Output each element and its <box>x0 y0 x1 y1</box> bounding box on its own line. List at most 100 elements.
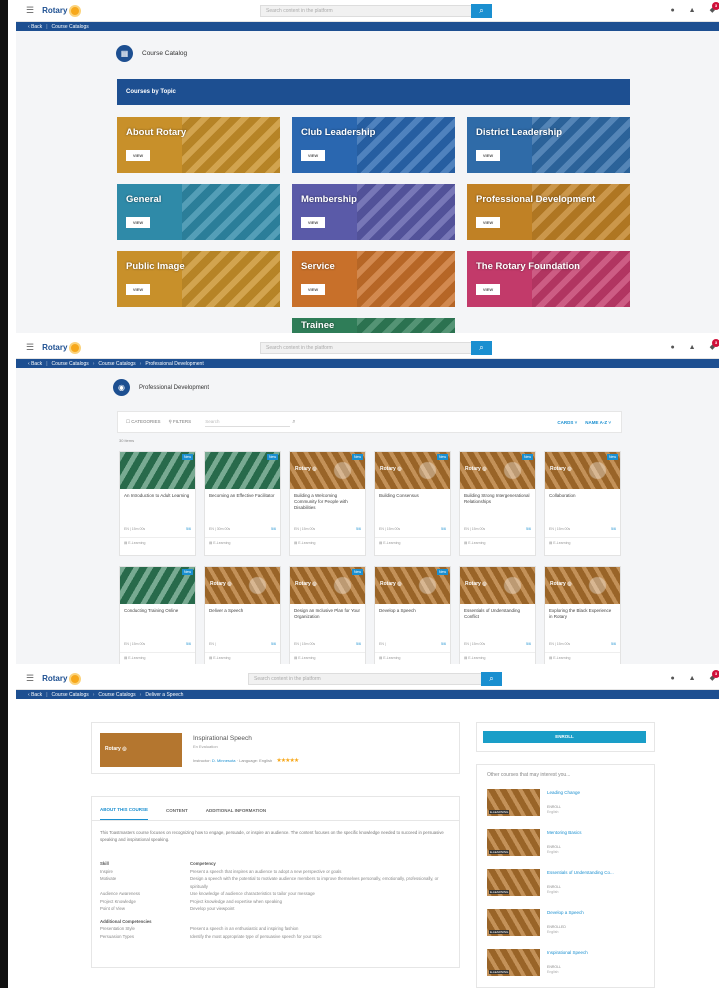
breadcrumb-catalog[interactable]: Course Catalogs <box>98 692 135 698</box>
other-course-item[interactable]: E-LEARNING Mentoring Basics ENROLL English <box>487 829 647 859</box>
enroll-button[interactable]: ENROLL <box>483 731 646 743</box>
view-button[interactable]: VIEW <box>476 284 500 295</box>
search-icon[interactable]: ⌕ <box>292 419 295 426</box>
view-button[interactable]: VIEW <box>126 150 150 161</box>
menu-icon[interactable]: ☰ <box>26 673 34 684</box>
search-icon: ⌕ <box>479 343 484 352</box>
topic-tile[interactable]: District Leadership VIEW <box>467 117 630 173</box>
categories-button[interactable]: ☐ CATEGORIES <box>126 419 160 425</box>
help-icon[interactable]: ● <box>670 7 674 14</box>
help-icon[interactable]: ● <box>670 344 674 351</box>
card-duration: 15m 00s <box>556 527 571 531</box>
other-course-title[interactable]: Inspirational Speech <box>547 950 588 955</box>
other-course-title[interactable]: Develop a Speech <box>547 910 584 915</box>
notifications-icon[interactable]: ◆ 3 <box>710 670 719 682</box>
other-course-title[interactable]: Mentoring Basics <box>547 830 582 835</box>
back-link[interactable]: ‹ Back <box>28 361 42 367</box>
card-logo: Rotary ◎ <box>380 581 402 587</box>
other-course-item[interactable]: E-LEARNING Leading Change ENROLL English <box>487 789 647 819</box>
tab-about[interactable]: ABOUT THIS COURSE <box>100 807 149 820</box>
bell-icon[interactable]: ▲ <box>689 7 696 14</box>
view-button[interactable]: VIEW <box>301 150 325 161</box>
course-card[interactable]: New Conducting Training Online EN | 15m 00… <box>119 566 196 664</box>
course-card[interactable]: Rotary ◎ Deliver a Speech EN | 5/6 ▤ E-Lear… <box>204 566 281 664</box>
course-card[interactable]: New Becoming an Effective Facilitator EN |… <box>204 451 281 556</box>
menu-icon[interactable]: ☰ <box>26 5 34 16</box>
course-card[interactable]: Rotary ◎ Exploring the Black Experience i… <box>544 566 621 664</box>
course-title: Inspirational Speech <box>193 735 252 742</box>
topic-tile[interactable]: Club Leadership VIEW <box>292 117 455 173</box>
topic-tile[interactable]: General VIEW <box>117 184 280 240</box>
search-icon: ⌕ <box>479 6 484 15</box>
course-card[interactable]: New An Introduction to Adult Learning EN |… <box>119 451 196 556</box>
other-course-item[interactable]: E-LEARNING Develop a Speech ENROLLED Englis… <box>487 909 647 939</box>
search-button[interactable]: ⌕ <box>471 4 492 18</box>
view-button[interactable]: VIEW <box>301 217 325 228</box>
course-card[interactable]: Rotary ◎ New Develop a Speech EN | 5/6 ▤ E-L… <box>374 566 451 664</box>
topic-tile[interactable]: Trainee <box>292 318 455 333</box>
card-title: Exploring the Black Experience in Rotary <box>549 608 612 619</box>
view-button[interactable]: VIEW <box>301 284 325 295</box>
card-type: ▤ E-Learning <box>205 652 280 663</box>
breadcrumb-catalogs[interactable]: Course Catalogs <box>52 24 89 30</box>
topic-tile[interactable]: The Rotary Foundation VIEW <box>467 251 630 307</box>
search-input[interactable]: Search content in the platform <box>248 673 483 685</box>
rotary-logo[interactable]: Rotary <box>42 341 82 354</box>
tab-additional-information[interactable]: ADDITIONAL INFORMATION <box>206 808 266 820</box>
menu-icon[interactable]: ☰ <box>26 342 34 353</box>
help-icon[interactable]: ● <box>670 675 674 682</box>
catalog-search-input[interactable]: Search <box>205 417 291 427</box>
instructor-link[interactable]: D. Minnesota <box>212 758 236 763</box>
course-card[interactable]: Rotary ◎ New Building a Welcoming Communit… <box>289 451 366 556</box>
back-link[interactable]: ‹ Back <box>28 24 42 30</box>
filters-button[interactable]: ⚲ FILTERS <box>168 419 191 425</box>
card-duration: 15m 00s <box>471 527 486 531</box>
skill-row: Motivate Design a speech with the potenti… <box>100 875 450 890</box>
tab-content[interactable]: CONTENT <box>166 808 188 820</box>
rotary-logo[interactable]: Rotary <box>42 4 82 17</box>
view-button[interactable]: VIEW <box>126 217 150 228</box>
search-button[interactable]: ⌕ <box>481 672 502 686</box>
search-input[interactable]: Search content in the platform <box>260 342 473 354</box>
breadcrumb-catalogs[interactable]: Course Catalogs <box>52 361 89 367</box>
view-button[interactable]: VIEW <box>476 217 500 228</box>
other-course-title[interactable]: Essentials of Understanding Co... <box>547 870 614 875</box>
other-course-title[interactable]: Leading Change <box>547 790 580 795</box>
notifications-icon[interactable]: ◆ 3 <box>710 2 719 14</box>
course-card[interactable]: Rotary ◎ New Building Strong Intergenerati… <box>459 451 536 556</box>
view-mode-dropdown[interactable]: CARDS ˅ <box>557 420 577 425</box>
course-card[interactable]: Rotary ◎ Essentials of Understanding Conf… <box>459 566 536 664</box>
breadcrumb-catalog[interactable]: Course Catalogs <box>98 361 135 367</box>
course-details: ABOUT THIS COURSE CONTENT ADDITIONAL INF… <box>91 796 460 968</box>
rotary-logo[interactable]: Rotary <box>42 672 82 685</box>
topic-tile[interactable]: About Rotary VIEW <box>117 117 280 173</box>
course-header-card: Rotary ◎ Inspirational Speech En Evaluat… <box>91 722 460 774</box>
sort-dropdown[interactable]: NAME A-Z ˅ <box>585 420 611 425</box>
breadcrumb-catalogs[interactable]: Course Catalogs <box>52 692 89 698</box>
other-course-item[interactable]: E-LEARNING Inspirational Speech ENROLL Engl… <box>487 949 647 979</box>
search-button[interactable]: ⌕ <box>471 341 492 355</box>
bell-icon[interactable]: ▲ <box>689 675 696 682</box>
course-card[interactable]: Rotary ◎ New Collaboration EN | 15m 00s 5/6 ▤… <box>544 451 621 556</box>
card-count: 5/6 <box>441 642 446 646</box>
topic-tile[interactable]: Public Image VIEW <box>117 251 280 307</box>
back-link[interactable]: ‹ Back <box>28 692 42 698</box>
view-button[interactable]: VIEW <box>126 284 150 295</box>
search-input[interactable]: Search content in the platform <box>260 5 473 17</box>
topic-tile[interactable]: Service VIEW <box>292 251 455 307</box>
card-type-label: E-Learning <box>468 656 486 660</box>
view-button[interactable]: VIEW <box>476 150 500 161</box>
other-course-item[interactable]: E-LEARNING Essentials of Understanding Co… <box>487 869 647 899</box>
bell-icon[interactable]: ▲ <box>689 344 696 351</box>
page-heading: ◉ Professional Development <box>113 379 209 396</box>
topic-tile[interactable]: Membership VIEW <box>292 184 455 240</box>
course-card[interactable]: Rotary ◎ New Building Consensus EN | 15m 00… <box>374 451 451 556</box>
course-card[interactable]: Rotary ◎ New Design an Inclusive Plan for … <box>289 566 366 664</box>
topic-tile[interactable]: Professional Development VIEW <box>467 184 630 240</box>
card-logo: Rotary ◎ <box>465 466 487 472</box>
card-meta: EN | 15m 00s 5/6 <box>124 642 191 646</box>
breadcrumb-current: Professional Development <box>145 360 204 367</box>
rotary-wheel-icon <box>69 341 82 354</box>
notifications-icon[interactable]: ◆ 3 <box>710 339 719 351</box>
course-thumbnail: Rotary ◎ <box>100 733 182 767</box>
